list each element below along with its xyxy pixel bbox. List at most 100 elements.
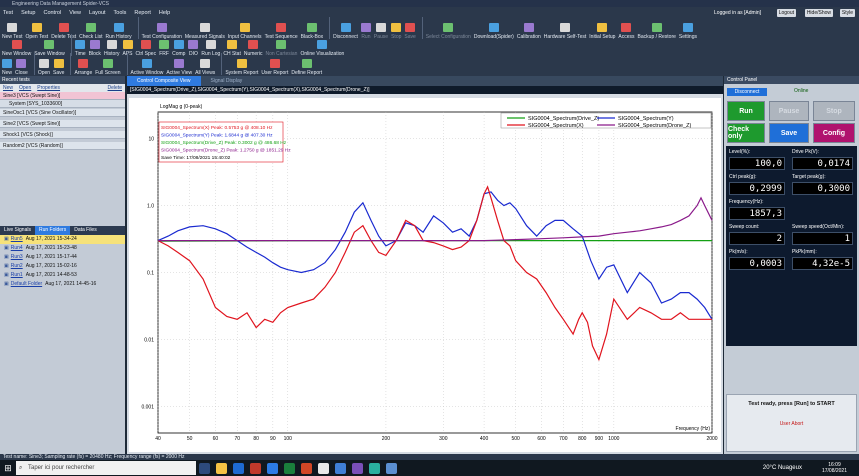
backup-restore-button[interactable]: Backup / Restore [638,23,676,40]
excel-icon[interactable] [284,462,295,474]
run-folder-item[interactable]: ▣ Run2 Aug 17, 2021 15-02-16 [0,262,125,271]
config-button[interactable]: Config [813,123,855,143]
define-report-button[interactable]: Define Report [291,59,322,76]
all-views-button[interactable]: All Views [195,59,215,76]
measured-signals-button[interactable]: Measured Signals [185,23,225,40]
comp-button[interactable]: Comp [172,40,185,57]
ctrl-spec-button[interactable]: Ctrl Spec [136,40,156,57]
dio-button[interactable]: DIO [188,40,199,57]
new-window-button[interactable]: New Window [2,40,31,57]
new-button[interactable]: New [2,59,12,76]
chrome-icon[interactable] [318,462,329,474]
test-configuration-button[interactable]: Test Configuration [142,23,182,40]
check-list-button[interactable]: Check List [79,23,102,40]
powerpoint-icon[interactable] [301,462,312,474]
run-folder-link[interactable]: Run5 [11,235,23,244]
save-button[interactable]: Save [404,23,416,40]
frf-button[interactable]: FRF [159,40,170,57]
open-test-link[interactable]: Open [19,85,31,91]
online-visualization-button[interactable]: Online Visualization [300,40,344,57]
tab-signal-display[interactable]: Signal Display [201,76,253,86]
menu-setup[interactable]: Setup [21,10,35,16]
edge-icon[interactable] [233,462,244,474]
run-button[interactable]: Run [727,101,765,121]
taskbar-search[interactable]: ⌕ Taper ici pour rechercher [16,461,196,475]
logout-button[interactable]: Logout [776,9,796,17]
run-log-button[interactable]: Run Log [201,40,220,57]
style-button[interactable]: Style [839,9,855,17]
app-icon-2[interactable] [335,462,346,474]
check-only-button[interactable]: Check only [727,123,765,143]
access-button[interactable]: Access [618,23,635,40]
run-folder-item[interactable]: ▣ Run1 Aug 17, 2021 14-48-53 [0,271,125,280]
test-item-shock1[interactable]: Shock1 [VCS (Shock)] [0,131,125,139]
settings-button[interactable]: Settings [679,23,697,40]
run-folder-link[interactable]: Run4 [11,244,23,253]
run-folder-link[interactable]: Default Folder [11,280,42,289]
save-button[interactable]: Save [769,123,809,143]
spider-vcs-icon[interactable] [386,462,397,474]
app-icon-3[interactable] [352,462,363,474]
menu-layout[interactable]: Layout [89,10,106,16]
download-spider-button[interactable]: Download(Spider) [474,23,514,40]
test-item-sineosc1[interactable]: SineOsc1 [VCS (Sine Oscillator)] [0,109,125,117]
hardware-self-test-button[interactable]: Hardware Self-Test [544,23,586,40]
run-history-button[interactable]: Run History [105,23,132,40]
test-item-random2[interactable]: Random2 [VCS (Random)] [0,142,125,150]
run-folder-item[interactable]: ▣ Default Folder Aug 17, 2021 14-45-16 [0,280,125,289]
tab-run-folders[interactable]: Run Folders [34,226,71,235]
menu-help[interactable]: Help [159,10,170,16]
system-report-button[interactable]: System Report [225,59,258,76]
block-button[interactable]: Block [89,40,101,57]
menu-test[interactable]: Test [3,10,13,16]
disconnect-button[interactable]: Disconnect [727,88,767,96]
tab-live-signals[interactable]: Live Signals [0,226,35,235]
save-button[interactable]: Save [53,59,64,76]
test-sequence-button[interactable]: Test Sequence [265,23,298,40]
app-icon-1[interactable] [250,462,261,474]
tab-control-composite-view[interactable]: Control Composite View [127,76,201,86]
select-configuration-button[interactable]: Select Configuration [426,23,471,40]
menu-control[interactable]: Control [43,10,61,16]
open-test-button[interactable]: Open Test [25,23,48,40]
menu-tools[interactable]: Tools [114,10,127,16]
menu-view[interactable]: View [69,10,81,16]
initial-setup-button[interactable]: Initial Setup [589,23,615,40]
run-button[interactable]: Run [360,23,371,40]
non-cartesian-button[interactable]: Non Cartesian [265,40,297,57]
black-box-button[interactable]: Black-Box [301,23,323,40]
arrange-button[interactable]: Arrange [74,59,92,76]
word-icon[interactable] [267,462,278,474]
close-button[interactable]: Close [15,59,28,76]
new-test-link[interactable]: New [3,85,13,91]
save-window-button[interactable]: Save Window [34,40,65,57]
run-folder-link[interactable]: Run2 [11,262,23,271]
delete-link[interactable]: Delete [108,85,122,91]
numeric-button[interactable]: Numeric [244,40,262,57]
properties-link[interactable]: Properties [37,85,60,91]
stop-button[interactable]: Stop [391,23,401,40]
run-folder-link[interactable]: Run3 [11,253,23,262]
open-button[interactable]: Open [38,59,50,76]
test-item-system[interactable]: System [SYS_1033600] [0,100,125,108]
active-view-button[interactable]: Active View [166,59,192,76]
clock[interactable]: 16:09 17/08/2021 [822,462,847,474]
ch-stat-button[interactable]: CH Stat [223,40,241,57]
pause-button[interactable]: Pause [374,23,388,40]
run-folder-item[interactable]: ▣ Run4 Aug 17, 2021 15-23-48 [0,244,125,253]
active-window-button[interactable]: Active Window [131,59,163,76]
task-view-icon[interactable] [199,462,210,474]
disconnect-button[interactable]: Disconnect [333,23,358,40]
stop-button[interactable]: Stop [813,101,855,121]
test-item-sine2[interactable]: Sine2 [VCS (Swept Sine)] [0,120,125,128]
run-folder-item[interactable]: ▣ Run3 Aug 17, 2021 15-17-44 [0,253,125,262]
pause-button[interactable]: Pause [769,101,809,121]
full-screen-button[interactable]: Full Screen [95,59,121,76]
weather-widget[interactable]: 20°C Nuageux [763,465,802,471]
file-explorer-icon[interactable] [216,462,227,474]
app-icon-4[interactable] [369,462,380,474]
input-channels-button[interactable]: Input Channels [228,23,262,40]
windows-start-icon[interactable]: ⊞ [0,463,16,474]
new-test-button[interactable]: New Test [2,23,22,40]
history-button[interactable]: History [104,40,120,57]
